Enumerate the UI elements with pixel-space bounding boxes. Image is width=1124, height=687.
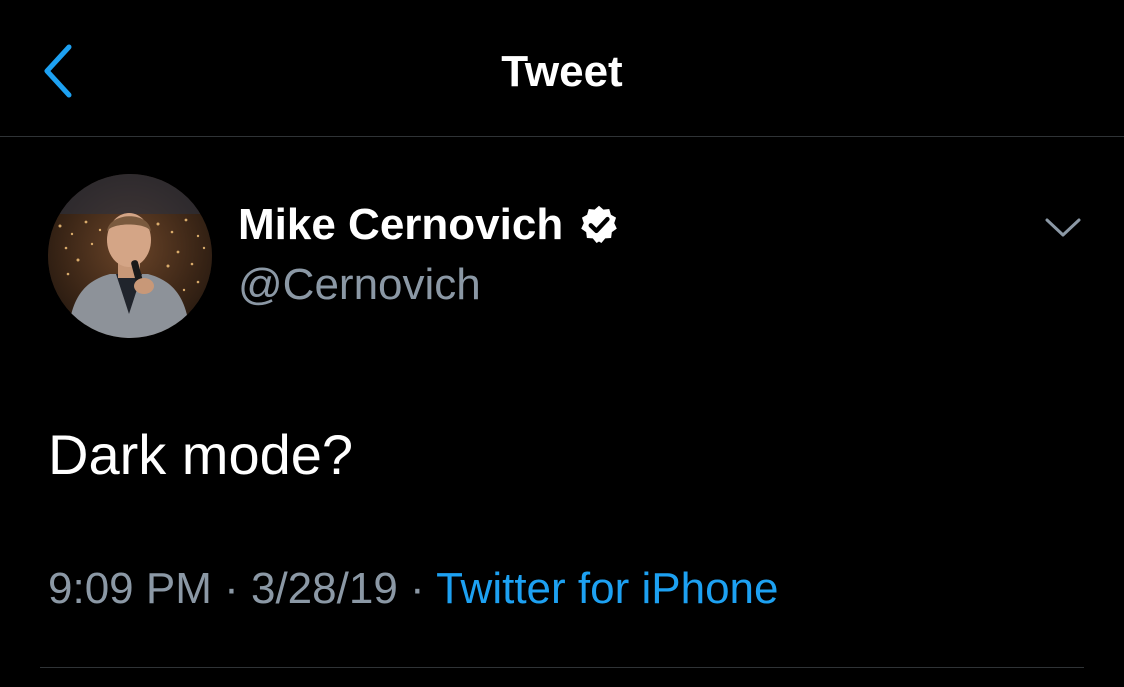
meta-separator: · [211,564,251,613]
tweet-date: 3/28/19 [250,564,398,613]
author-name[interactable]: Mike Cernovich [238,197,563,253]
author-handle[interactable]: @Cernovich [238,257,481,313]
tweet-detail-screen: Tweet Mike Cernovich @Cernovich Dark mod… [0,0,1124,687]
navigation-header: Tweet [0,0,1124,137]
avatar[interactable] [48,174,212,338]
more-options-button[interactable] [1040,215,1086,245]
author-name-row[interactable]: Mike Cernovich [238,197,621,253]
tweet-meta: 9:09 PM · 3/28/19 · Twitter for iPhone [48,561,778,617]
tweet-source-link[interactable]: Twitter for iPhone [436,564,778,613]
tweet: Mike Cernovich @Cernovich Dark mode? 9:0… [0,137,1124,687]
divider [40,667,1084,668]
tweet-text: Dark mode? [48,423,354,486]
meta-separator: · [397,564,437,613]
page-title: Tweet [501,47,623,96]
chevron-down-icon [1044,217,1082,244]
verified-badge-icon [577,203,621,247]
tweet-time: 9:09 PM [48,564,212,613]
